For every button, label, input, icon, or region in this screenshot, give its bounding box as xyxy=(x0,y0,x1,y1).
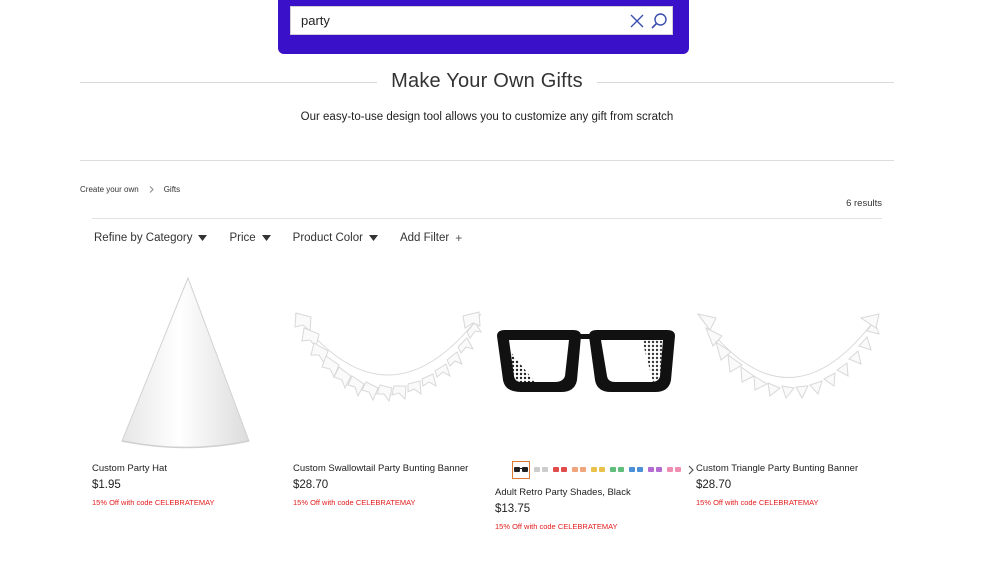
plus-icon: + xyxy=(455,231,463,245)
product-promo: 15% Off with code CELEBRATEMAY xyxy=(495,522,618,531)
breadcrumb: Create your own Gifts xyxy=(80,185,180,194)
section-divider xyxy=(80,160,894,161)
swatch-glasses-icon[interactable] xyxy=(571,463,587,477)
party-shades-image xyxy=(497,330,675,392)
color-swatches xyxy=(512,461,695,479)
swatch-glasses-icon[interactable] xyxy=(609,463,625,477)
product-price: $28.70 xyxy=(293,479,329,491)
swatch-glasses-icon[interactable] xyxy=(590,463,606,477)
product-price: $13.75 xyxy=(495,503,531,515)
product-card-party-shades[interactable]: Adult Retro Party Shades, Black $13.75 1… xyxy=(495,276,685,536)
product-promo: 15% Off with code CELEBRATEMAY xyxy=(293,498,416,507)
product-promo: 15% Off with code CELEBRATEMAY xyxy=(696,498,819,507)
filter-divider xyxy=(92,218,882,219)
product-card-party-hat[interactable]: Custom Party Hat $1.95 15% Off with code… xyxy=(92,276,272,536)
chevron-right-icon[interactable] xyxy=(687,465,695,475)
breadcrumb-gifts: Gifts xyxy=(163,185,181,194)
party-hat-image xyxy=(121,276,250,449)
breadcrumb-create-your-own[interactable]: Create your own xyxy=(80,185,139,194)
search-box xyxy=(290,6,673,35)
swatch-glasses-icon[interactable] xyxy=(552,463,568,477)
product-card-swallowtail-bunting[interactable]: Custom Swallowtail Party Bunting Banner … xyxy=(293,276,488,536)
swatch-glasses-icon[interactable] xyxy=(647,463,663,477)
chevron-right-icon xyxy=(149,186,154,193)
swatch-glasses-icon[interactable] xyxy=(666,463,682,477)
search-input[interactable] xyxy=(301,7,601,34)
swatch-glasses-icon[interactable] xyxy=(628,463,644,477)
triangle-bunting-image xyxy=(696,313,880,400)
page-title-text: Make Your Own Gifts xyxy=(377,70,597,92)
page-title: Make Your Own Gifts xyxy=(0,70,974,93)
results-count: 6 results xyxy=(846,198,882,209)
swallowtail-bunting-image xyxy=(294,311,482,403)
caret-down-icon xyxy=(198,235,208,241)
product-promo: 15% Off with code CELEBRATEMAY xyxy=(92,498,215,507)
page-subtitle: Our easy-to-use design tool allows you t… xyxy=(300,111,674,123)
filter-price[interactable]: Price xyxy=(229,231,271,245)
caret-down-icon xyxy=(368,235,378,241)
product-name[interactable]: Adult Retro Party Shades, Black xyxy=(495,487,631,498)
filter-product-color[interactable]: Product Color xyxy=(293,231,378,245)
product-price: $1.95 xyxy=(92,479,121,491)
product-name[interactable]: Custom Swallowtail Party Bunting Banner xyxy=(293,463,468,474)
filter-price-label: Price xyxy=(229,232,256,244)
filter-bar: Refine by Category Price Product Color A… xyxy=(94,231,484,245)
caret-down-icon xyxy=(261,235,271,241)
filter-add-label: Add Filter xyxy=(399,232,450,244)
product-name[interactable]: Custom Triangle Party Bunting Banner xyxy=(696,463,858,474)
swatch-glasses-icon[interactable] xyxy=(512,461,530,479)
filter-category-label: Refine by Category xyxy=(94,232,193,244)
search-icon[interactable] xyxy=(650,12,668,30)
product-name[interactable]: Custom Party Hat xyxy=(92,463,167,474)
filter-category[interactable]: Refine by Category xyxy=(94,231,208,245)
clear-search-icon[interactable] xyxy=(629,13,645,29)
filter-product-color-label: Product Color xyxy=(292,232,363,244)
product-card-triangle-bunting[interactable]: Custom Triangle Party Bunting Banner $28… xyxy=(696,276,886,536)
filter-add[interactable]: Add Filter + xyxy=(400,231,462,245)
product-price: $28.70 xyxy=(696,479,732,491)
swatch-glasses-icon[interactable] xyxy=(533,463,549,477)
